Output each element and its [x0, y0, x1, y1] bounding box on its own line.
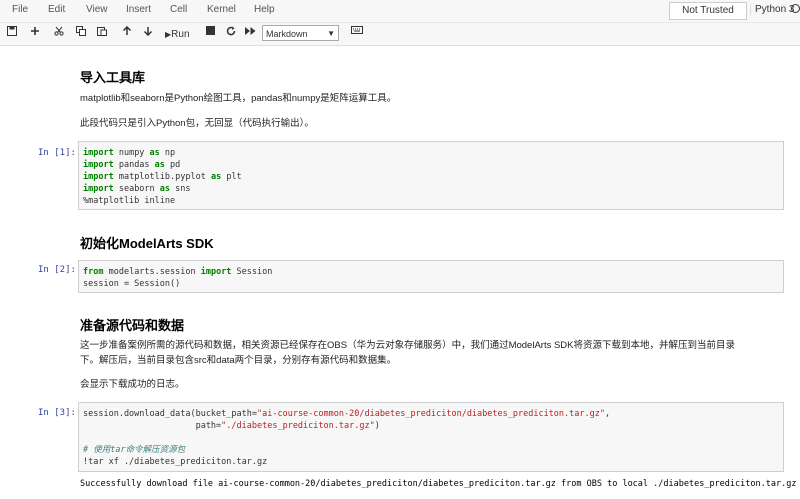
trusted-button[interactable]: Not Trusted: [669, 2, 747, 20]
paste-icon: [97, 27, 107, 36]
code-line: session = Session(): [83, 278, 779, 290]
section-heading-import: 导入工具库: [80, 70, 146, 85]
move-down-button[interactable]: [141, 26, 155, 42]
cell-prompt: In [3]:: [38, 408, 76, 418]
section-heading-prepare-data: 准备源代码和数据: [80, 318, 185, 333]
section-heading-init-sdk: 初始化ModelArts SDK: [80, 236, 214, 251]
code-cell[interactable]: session.download_data(bucket_path="ai-co…: [78, 402, 784, 472]
paste-button[interactable]: [95, 26, 109, 42]
cell-prompt: In [1]:: [38, 148, 76, 158]
interrupt-button[interactable]: [203, 26, 217, 42]
code-line: path="./diabetes_prediciton.tar.gz"): [83, 420, 779, 432]
stop-icon: [205, 26, 215, 35]
markdown-paragraph: 会显示下载成功的日志。: [80, 379, 185, 390]
code-token: pandas: [113, 160, 155, 170]
code-line: session.download_data(bucket_path="ai-co…: [83, 408, 779, 420]
plus-icon: [31, 27, 39, 35]
save-button[interactable]: [5, 26, 19, 42]
code-token: as: [210, 172, 222, 182]
run-label: Run: [171, 29, 190, 40]
kernel-name[interactable]: Python 3: [750, 4, 794, 15]
restart-icon: [226, 26, 236, 36]
toolbar: ▶Run Markdown ▼: [0, 23, 800, 46]
code-line: import seaborn as sns: [83, 183, 779, 195]
code-line: import numpy as np: [83, 147, 779, 159]
markdown-paragraph: 下。解压后，当前目录包含src和data两个目录，分别存有源代码和数据集。: [80, 355, 397, 366]
cut-button[interactable]: [52, 26, 66, 42]
code-token: from: [83, 267, 104, 277]
keyboard-icon: [351, 26, 363, 34]
kernel-status-icon: [791, 4, 800, 13]
code-token: session.download_data(bucket_path=: [83, 409, 257, 419]
markdown-paragraph: matplotlib和seaborn是Python绘图工具，pandas和num…: [80, 93, 397, 104]
code-token: sns: [170, 184, 191, 194]
markdown-paragraph: 这一步准备案例所需的源代码和数据，相关资源已经保存在OBS（华为云对象存储服务）…: [80, 340, 736, 351]
code-token: "ai-course-common-20/diabetes_prediciton…: [257, 409, 605, 419]
menu-insert[interactable]: Insert: [126, 4, 151, 15]
code-token: import: [200, 267, 232, 277]
code-token: np: [159, 148, 176, 158]
arrow-up-icon: [122, 26, 132, 35]
code-line: import matplotlib.pyplot as plt: [83, 171, 779, 183]
code-line: # 使用tar命令解压资源包: [83, 444, 779, 456]
code-line: import pandas as pd: [83, 159, 779, 171]
cell-output: Successfully download file ai-course-com…: [80, 479, 797, 489]
code-token: session = Session(): [83, 279, 181, 289]
scissors-icon: [54, 26, 64, 36]
code-line: from modelarts.session import Session: [83, 266, 779, 278]
code-token: modelarts.session: [103, 267, 201, 277]
code-token: plt: [221, 172, 242, 182]
code-token: seaborn: [113, 184, 160, 194]
code-token: "./diabetes_prediciton.tar.gz": [221, 421, 375, 431]
restart-run-all-button[interactable]: [243, 26, 257, 42]
cell-type-value: Markdown: [266, 29, 308, 39]
code-token: import: [83, 148, 114, 158]
code-token: pd: [164, 160, 181, 170]
menu-file[interactable]: File: [12, 4, 28, 15]
menu-view[interactable]: View: [86, 4, 108, 15]
code-token: !tar xf ./diabetes_prediciton.tar.gz: [83, 457, 268, 467]
restart-button[interactable]: [224, 26, 238, 42]
cell-prompt: In [2]:: [38, 265, 76, 275]
code-token: import: [83, 184, 114, 194]
code-token: ): [374, 421, 380, 431]
insert-cell-button[interactable]: [28, 26, 42, 42]
code-token: ,: [605, 409, 611, 419]
code-token: path=: [83, 421, 222, 431]
chevron-down-icon: ▼: [327, 29, 335, 38]
move-up-button[interactable]: [120, 26, 134, 42]
cell-type-select[interactable]: Markdown ▼: [262, 25, 339, 41]
menu-help[interactable]: Help: [254, 4, 275, 15]
markdown-paragraph: 此段代码只是引入Python包，无回显（代码执行输出）。: [80, 118, 314, 129]
code-token: as: [154, 160, 165, 170]
code-line: %matplotlib inline: [83, 195, 779, 207]
code-line: !tar xf ./diabetes_prediciton.tar.gz: [83, 456, 779, 468]
menu-cell[interactable]: Cell: [170, 4, 187, 15]
code-token: numpy: [113, 148, 150, 158]
command-palette-button[interactable]: [349, 26, 365, 42]
fast-forward-icon: [244, 27, 255, 35]
code-token: %matplotlib inline: [83, 196, 176, 206]
copy-button[interactable]: [74, 26, 88, 42]
arrow-down-icon: [143, 27, 153, 36]
code-token: matplotlib.pyplot: [113, 172, 211, 182]
run-button[interactable]: ▶Run: [165, 26, 197, 42]
menu-kernel[interactable]: Kernel: [207, 4, 236, 15]
save-icon: [7, 26, 17, 36]
code-token: as: [149, 148, 160, 158]
code-token: import: [83, 172, 114, 182]
code-token: import: [83, 160, 114, 170]
menu-bar: File Edit View Insert Cell Kernel Help N…: [0, 0, 800, 23]
code-token: as: [159, 184, 171, 194]
code-cell[interactable]: import numpy as np import pandas as pd imp…: [78, 141, 784, 210]
code-token: # 使用tar命令解压资源包: [83, 445, 186, 455]
code-token: Session: [231, 267, 273, 277]
menu-edit[interactable]: Edit: [48, 4, 65, 15]
copy-icon: [76, 26, 86, 36]
code-cell[interactable]: from modelarts.session import Session ses…: [78, 260, 784, 293]
